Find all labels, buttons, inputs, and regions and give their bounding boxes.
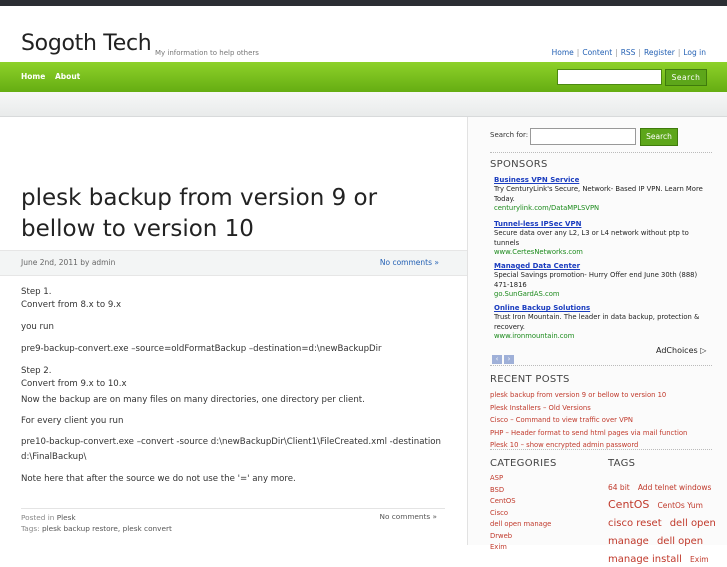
ad-title[interactable]: Tunnel-less IPSec VPN xyxy=(494,220,708,228)
ad-description: Try CenturyLink's Secure, Network- Based… xyxy=(494,185,703,203)
tag-link[interactable]: 64 bit xyxy=(608,483,630,492)
top-link-home[interactable]: Home xyxy=(552,48,574,57)
post-title[interactable]: plesk backup from version 9 or bellow to… xyxy=(21,183,451,245)
posted-in-category-link[interactable]: Plesk xyxy=(57,513,76,522)
ad-item[interactable]: Business VPN Service Try CenturyLink's S… xyxy=(494,176,708,212)
adchoices-link[interactable]: AdChoices ▷ xyxy=(656,346,706,355)
top-link-login[interactable]: Log in xyxy=(683,48,706,57)
recent-post-link[interactable]: PHP – Header format to send html pages v… xyxy=(490,427,720,440)
ad-title[interactable]: Managed Data Center xyxy=(494,262,708,270)
post-paragraph: Note here that after the source we do no… xyxy=(21,474,296,484)
sidebar: Search for: Search SPONSORS Business VPN… xyxy=(467,117,727,565)
ad-description: Special Savings promotion- Hurry Offer e… xyxy=(494,271,698,289)
ad-url[interactable]: go.SunGardAS.com xyxy=(494,290,708,298)
post-paragraph: pre10-backup-convert.exe –convert -sourc… xyxy=(21,437,441,447)
top-link-register[interactable]: Register xyxy=(644,48,675,57)
category-link[interactable]: BSD xyxy=(490,485,600,497)
divider xyxy=(490,449,712,450)
site-header: Sogoth Tech My information to help other… xyxy=(0,6,727,62)
post-meta-bar: June 2nd, 2011 by admin No comments » xyxy=(0,250,467,276)
recent-post-link[interactable]: plesk backup from version 9 or bellow to… xyxy=(490,389,720,402)
post-tags-links[interactable]: plesk backup restore, plesk convert xyxy=(42,524,172,533)
post-comments-link[interactable]: No comments » xyxy=(380,258,439,267)
tags-heading: TAGS xyxy=(608,458,636,469)
main-navbar: Home About Search xyxy=(0,62,727,92)
tag-link[interactable]: CentOs Yum xyxy=(657,501,703,510)
site-tagline: My information to help others xyxy=(155,49,259,57)
categories-heading: CATEGORIES xyxy=(490,458,557,469)
sidebar-search-label: Search for: xyxy=(490,131,529,139)
tag-link[interactable]: CentOS xyxy=(608,498,649,511)
post-paragraph: Step 1. xyxy=(21,287,52,297)
ad-description: Trust Iron Mountain. The leader in data … xyxy=(494,313,700,331)
posted-in-label: Posted in xyxy=(21,513,55,522)
category-link[interactable]: Exim xyxy=(490,542,600,554)
nav-search-button[interactable]: Search xyxy=(665,69,707,86)
recent-post-link[interactable]: Plesk Installers – Old Versions xyxy=(490,402,720,415)
tag-link[interactable]: Add telnet windows xyxy=(638,483,712,492)
tags-label: Tags: xyxy=(21,524,40,533)
sidebar-search-button[interactable]: Search xyxy=(640,128,678,146)
recent-post-link[interactable]: Cisco – Command to view traffic over VPN xyxy=(490,414,720,427)
post-date: June 2nd, 2011 by admin xyxy=(21,258,116,267)
top-link-rss[interactable]: RSS xyxy=(621,48,636,57)
recent-posts-list: plesk backup from version 9 or bellow to… xyxy=(490,389,720,452)
nav-item-about[interactable]: About xyxy=(55,72,80,81)
category-link[interactable]: Drweb xyxy=(490,531,600,543)
post-paragraph: Step 2. xyxy=(21,366,52,376)
ad-title[interactable]: Online Backup Solutions xyxy=(494,304,708,312)
ad-url[interactable]: www.ironmountain.com xyxy=(494,332,708,340)
chevron-left-icon[interactable]: ‹ xyxy=(492,355,502,364)
sub-bar xyxy=(0,92,727,117)
category-link[interactable]: dell open manage xyxy=(490,519,600,531)
category-link[interactable]: ASP xyxy=(490,473,600,485)
top-links: Home | Content | RSS | Register | Log in xyxy=(551,48,706,57)
post-footer-comments-link[interactable]: No comments » xyxy=(380,512,438,521)
post-paragraph: you run xyxy=(21,322,54,332)
post-paragraph: Convert from 9.x to 10.x xyxy=(21,379,127,389)
ad-description: Secure data over any L2, L3 or L4 networ… xyxy=(494,229,689,247)
divider xyxy=(490,152,712,153)
top-link-content[interactable]: Content xyxy=(582,48,612,57)
divider xyxy=(490,365,712,366)
post-paragraph: d:\FinalBackup\ xyxy=(21,452,87,462)
tag-link[interactable]: Exim xyxy=(690,555,709,564)
post-footer: Posted in Plesk Tags: plesk backup resto… xyxy=(21,508,445,534)
ad-item[interactable]: Tunnel-less IPSec VPN Secure data over a… xyxy=(494,220,708,256)
ad-item[interactable]: Managed Data Center Special Savings prom… xyxy=(494,262,708,298)
ad-nav-arrows[interactable]: ‹ › xyxy=(492,346,516,365)
recent-posts-heading: RECENT POSTS xyxy=(490,374,570,385)
post-paragraph: Convert from 8.x to 9.x xyxy=(21,300,122,310)
chevron-right-icon[interactable]: › xyxy=(504,355,514,364)
nav-item-home[interactable]: Home xyxy=(21,72,45,81)
post-paragraph: pre9-backup-convert.exe –source=oldForma… xyxy=(21,344,382,354)
ad-url[interactable]: centurylink.com/DataMPLSVPN xyxy=(494,204,708,212)
category-link[interactable]: Cisco xyxy=(490,508,600,520)
category-link[interactable]: CentOS xyxy=(490,496,600,508)
sidebar-search-input[interactable] xyxy=(530,128,636,145)
categories-list: ASP BSD CentOS Cisco dell open manage Dr… xyxy=(490,473,600,554)
ad-title[interactable]: Business VPN Service xyxy=(494,176,708,184)
site-title[interactable]: Sogoth Tech xyxy=(21,31,152,56)
main-content: plesk backup from version 9 or bellow to… xyxy=(0,117,467,545)
ad-url[interactable]: www.CertesNetworks.com xyxy=(494,248,708,256)
sponsors-heading: SPONSORS xyxy=(490,159,548,170)
tag-link[interactable]: cisco reset xyxy=(608,518,662,529)
post-paragraph: For every client you run xyxy=(21,416,124,426)
post-paragraph: Now the backup are on many files on many… xyxy=(21,395,365,405)
nav-search-input[interactable] xyxy=(557,69,662,85)
ad-item[interactable]: Online Backup Solutions Trust Iron Mount… xyxy=(494,304,708,340)
tag-cloud: 64 bit Add telnet windows CentOS CentOs … xyxy=(608,477,723,567)
